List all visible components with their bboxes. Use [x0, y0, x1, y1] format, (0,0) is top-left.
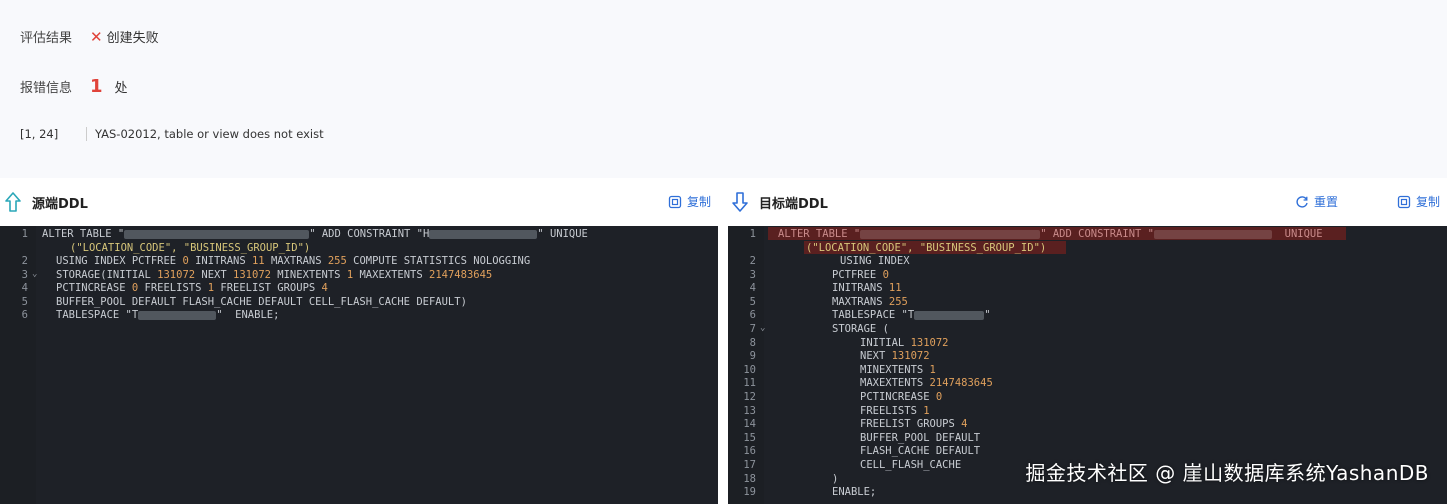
line-number: 12: [743, 391, 756, 403]
line-number: 10: [743, 363, 756, 376]
code-line: PCTINCREASE 0: [860, 391, 943, 403]
error-detail-row: [1, 24] YAS-02012, table or view does no…: [20, 127, 324, 141]
result-row: 评估结果 ✕ 创建失败: [20, 27, 159, 47]
line-number: 5: [749, 295, 756, 308]
code-line: MAXEXTENTS 2147483645: [860, 377, 993, 390]
code-line: FREELISTS 1: [860, 404, 930, 417]
target-copy-label: 复制: [1416, 195, 1441, 209]
code-line: ("LOCATION_CODE", "BUSINESS_GROUP_ID"): [70, 241, 311, 254]
code-line: BUFFER_POOL DEFAULT: [860, 431, 981, 444]
reset-label: 重置: [1314, 195, 1339, 209]
source-copy-button[interactable]: 复制: [668, 193, 711, 210]
error-position: [1, 24]: [20, 127, 59, 141]
code-line: STORAGE (: [832, 323, 889, 335]
source-ddl-header: 源端DDL: [4, 188, 88, 216]
code-line: PCTFREE 0: [832, 268, 889, 281]
code-line: STORAGE(INITIAL 131072 NEXT 131072 MINEX…: [56, 268, 493, 281]
refresh-icon: [1296, 195, 1308, 208]
code-line: MINEXTENTS 1: [860, 363, 936, 376]
fold-icon[interactable]: ⌄: [760, 323, 765, 333]
error-label: 报错信息: [20, 81, 73, 96]
line-number: 3: [21, 268, 28, 281]
arrow-down-icon: [732, 192, 748, 212]
code-line: ALTER TABLE " " ADD CONSTRAINT "H " UNIQUE: [42, 228, 588, 240]
target-ddl-title: 目标端DDL: [759, 196, 828, 212]
error-message: YAS-02012, table or view does not exist: [95, 127, 324, 141]
target-copy-button[interactable]: 复制: [1397, 193, 1440, 210]
result-status: 创建失败: [106, 31, 159, 46]
source-copy-label: 复制: [687, 195, 712, 209]
redacted-text: [914, 310, 985, 320]
copy-icon: [1397, 195, 1411, 208]
redacted-text: [138, 310, 217, 320]
source-ddl-title: 源端DDL: [32, 196, 88, 212]
error-row: 报错信息 1 处: [20, 76, 128, 97]
code-line: MAXTRANS 255: [832, 295, 908, 308]
code-line: TABLESPACE "T " ENABLE;: [56, 309, 280, 322]
redacted-text: [1153, 229, 1272, 239]
code-line: ALTER TABLE " " ADD CONSTRAINT " UNIQUE: [778, 228, 1323, 240]
watermark: 掘金技术社区 @ 崖山数据库系统YashanDB: [1025, 461, 1429, 485]
line-number: 6: [749, 309, 756, 322]
line-number: 7: [749, 323, 756, 335]
code-line: ("LOCATION_CODE", "BUSINESS_GROUP_ID"): [806, 241, 1047, 254]
line-number: 4: [749, 282, 756, 295]
line-number: 13: [743, 404, 756, 417]
line-number: 5: [21, 295, 28, 308]
assessment-summary: 评估结果 ✕ 创建失败 报错信息 1 处 [1, 24] YAS-02012, …: [0, 0, 1447, 178]
redacted-text: [429, 229, 538, 239]
reset-button[interactable]: 重置: [1295, 193, 1338, 210]
redacted-text: [860, 229, 1041, 239]
line-number: 16: [743, 445, 756, 458]
line-number: 9: [749, 350, 756, 363]
line-number: 2: [749, 255, 756, 267]
fold-icon[interactable]: ⌄: [32, 269, 37, 279]
line-number: 4: [21, 282, 28, 295]
line-number: 1: [749, 228, 756, 240]
line-number: 11: [743, 377, 756, 390]
code-line: ENABLE;: [832, 486, 877, 499]
line-number: 19: [743, 486, 756, 499]
source-ddl-editor[interactable]: 1 2 3 ⌄ 4 5 6 ALTER TABLE " " ADD CONSTRA…: [0, 226, 718, 504]
code-line: INITRANS 11: [832, 282, 902, 295]
code-line: USING INDEX: [840, 255, 910, 267]
code-line: NEXT 131072: [860, 350, 930, 363]
code-line: ): [832, 472, 839, 485]
line-number: 17: [743, 459, 756, 471]
redacted-text: [124, 229, 310, 239]
line-number: 3: [749, 268, 756, 281]
result-label: 评估结果: [20, 31, 73, 46]
error-count: 1: [90, 76, 103, 97]
divider: [86, 127, 87, 141]
code-line: INITIAL 131072: [860, 336, 949, 349]
line-number: 14: [743, 418, 756, 431]
code-line: USING INDEX PCTFREE 0 INITRANS 11 MAXTRA…: [56, 255, 531, 267]
copy-icon: [668, 195, 682, 208]
line-number: 6: [21, 309, 28, 322]
code-line: FLASH_CACHE DEFAULT: [860, 445, 981, 458]
line-number: 18: [743, 472, 756, 485]
target-ddl-header: 目标端DDL: [731, 188, 828, 216]
code-line: PCTINCREASE 0 FREELISTS 1 FREELIST GROUP…: [56, 282, 328, 295]
fail-x-icon: ✕: [90, 27, 103, 46]
line-number: 1: [21, 228, 28, 240]
line-number: 8: [749, 336, 756, 349]
code-line: CELL_FLASH_CACHE: [860, 459, 962, 471]
error-unit: 处: [114, 81, 128, 96]
code-line: FREELIST GROUPS 4: [860, 418, 968, 431]
arrow-up-icon: [5, 192, 21, 212]
line-number: 2: [21, 255, 28, 267]
code-line: TABLESPACE "T ": [832, 309, 991, 322]
code-line: BUFFER_POOL DEFAULT FLASH_CACHE DEFAULT …: [56, 295, 467, 308]
line-number: 15: [743, 431, 756, 444]
